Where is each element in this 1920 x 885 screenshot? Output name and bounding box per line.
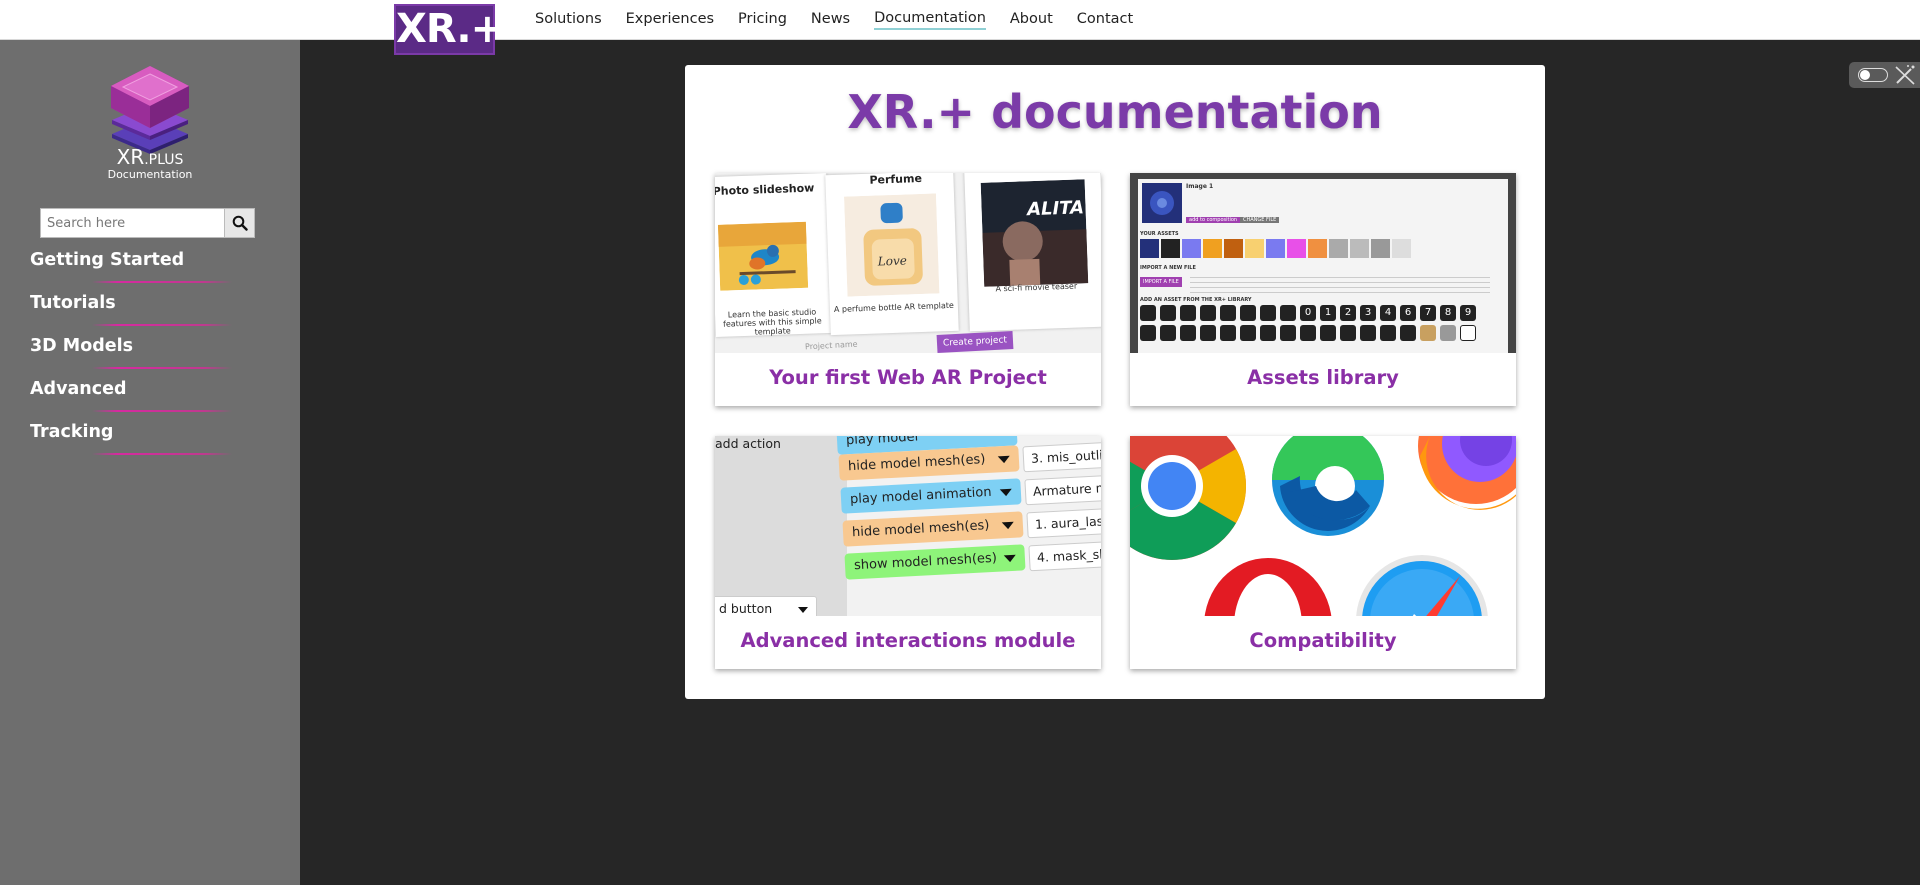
add-action-label: add action [715,436,781,451]
sidebar-item-tutorials[interactable]: Tutorials [30,291,270,334]
theme-toggle[interactable] [1849,62,1920,88]
toggle-knob [1860,70,1870,80]
nav-about[interactable]: About [1010,11,1053,29]
create-project-button: Create project [936,331,1014,353]
nav-news[interactable]: News [811,11,850,29]
tile-thumbnail-assets: Image 1 add to composition CHANGE FILE Y… [1130,173,1516,353]
tile-assets-library[interactable]: Image 1 add to composition CHANGE FILE Y… [1130,173,1516,406]
digit-icon: 8 [1440,305,1456,321]
action-play-animation: play model animation [840,478,1022,514]
template-heading: Photo slideshow [715,181,815,198]
sidebar-item-getting-started[interactable]: Getting Started [30,248,270,291]
action-label: play model [845,436,919,449]
safari-icon [1356,555,1488,616]
nav-solutions[interactable]: Solutions [535,11,602,29]
xr-plus-cube-logo[interactable] [105,62,195,154]
asset-name: Image 1 [1186,183,1214,190]
kingfisher-image [717,221,809,291]
opera-icon [1204,558,1332,616]
tile-thumbnail-templates: Photo slideshow Learn the basic studio f… [715,173,1101,353]
digit-icon: 0 [1300,305,1316,321]
action-label: show model mesh(es) [853,550,998,574]
add-to-composition-button: add to composition [1186,217,1241,223]
button-select: d button [715,596,817,616]
value-field: Armature m [1024,474,1101,506]
tile-title: Advanced interactions module [740,629,1076,652]
change-file-button: CHANGE FILE [1240,217,1280,223]
digit-icon: 2 [1340,305,1356,321]
asset-preview-image [1142,183,1182,223]
action-label: hide model mesh(es) [851,518,990,541]
template-card-slideshow: Photo slideshow Learn the basic studio f… [715,173,832,337]
your-assets-label: YOUR ASSETS [1140,231,1179,237]
project-name-field: Project name [804,339,858,352]
tile-title: Your first Web AR Project [769,366,1047,389]
brand-main: XR [116,145,145,169]
firefox-icon [1418,436,1516,510]
actions-sidebar [715,436,847,616]
action-show-mesh: show model mesh(es) [844,544,1026,580]
action-hide-mesh-2: hide model mesh(es) [842,511,1024,547]
sidebar-subtitle: Documentation [107,168,193,181]
template-heading: Perfume [869,173,923,187]
tile-advanced-interactions[interactable]: add action d button play model hide mode… [715,436,1101,669]
page-title: XR.+ documentation [847,85,1383,139]
value-field: 1. aura_lase [1026,507,1101,539]
digit-icon: 7 [1420,305,1436,321]
nav-pricing[interactable]: Pricing [738,11,787,29]
action-label: hide model mesh(es) [847,452,986,475]
nav-documentation[interactable]: Documentation [874,10,986,30]
assets-panel: Image 1 add to composition CHANGE FILE Y… [1138,179,1508,353]
main-nav: Solutions Experiences Pricing News Docum… [535,0,1133,40]
sidebar-search [40,208,255,238]
tile-thumbnail-browsers [1130,436,1516,616]
tile-compatibility[interactable]: Compatibility [1130,436,1516,669]
search-input[interactable] [40,208,224,238]
action-label: play model animation [849,484,992,508]
tile-title: Compatibility [1249,629,1397,652]
digit-icon: 6 [1400,305,1416,321]
sidebar-item-tracking[interactable]: Tracking [30,420,270,463]
svg-text:Love: Love [877,253,908,268]
tile-thumbnail-interactions: add action d button play model hide mode… [715,436,1101,616]
template-caption: A perfume bottle AR template [833,300,955,315]
template-card-perfume: Perfume Love A perfume bottle AR templat… [825,173,959,336]
movie-poster-image: ALITA [980,179,1089,287]
sidebar-item-advanced[interactable]: Advanced [30,377,270,420]
magic-wand-off-icon [1895,65,1915,85]
site-logo[interactable]: XR.+ [394,4,504,55]
nav-contact[interactable]: Contact [1077,11,1133,29]
tile-first-web-ar-project[interactable]: Photo slideshow Learn the basic studio f… [715,173,1101,406]
tile-title: Assets library [1247,366,1399,389]
digit-icon: 3 [1360,305,1376,321]
chrome-icon [1130,436,1246,560]
documentation-card: XR.+ documentation Photo slideshow Learn… [685,65,1545,699]
digit-icon: 9 [1460,305,1476,321]
search-icon [232,215,248,231]
sidebar-menu: Getting Started Tutorials 3D Models Adva… [30,248,270,463]
library-label: ADD AN ASSET FROM THE XR+ LIBRARY [1140,297,1252,303]
sidebar-item-3d-models[interactable]: 3D Models [30,334,270,377]
digit-icon: 4 [1380,305,1396,321]
poster-title: ALITA [1025,197,1085,220]
template-caption: Learn the basic studio features with thi… [722,307,822,337]
perfume-bottle-image: Love [844,193,940,297]
edge-icon [1272,436,1384,536]
value-field: 4. mask_sl [1028,540,1101,572]
digit-icon: 1 [1320,305,1336,321]
nav-experiences[interactable]: Experiences [626,11,714,29]
template-card-movie: ALITA A sci-fi movie teaser [964,173,1101,332]
top-navbar: Solutions Experiences Pricing News Docum… [0,0,1920,40]
import-file-label: IMPORT A NEW FILE [1140,265,1196,271]
docs-sidebar: XR.PLUS Documentation Getting Started Tu… [0,40,300,885]
search-button[interactable] [224,208,255,238]
button-select-label: d button [719,601,773,616]
value-field: 3. mis_outlin [1022,441,1101,473]
brand-small: .PLUS [144,152,184,168]
import-file-button: IMPORT A FILE [1140,277,1182,287]
